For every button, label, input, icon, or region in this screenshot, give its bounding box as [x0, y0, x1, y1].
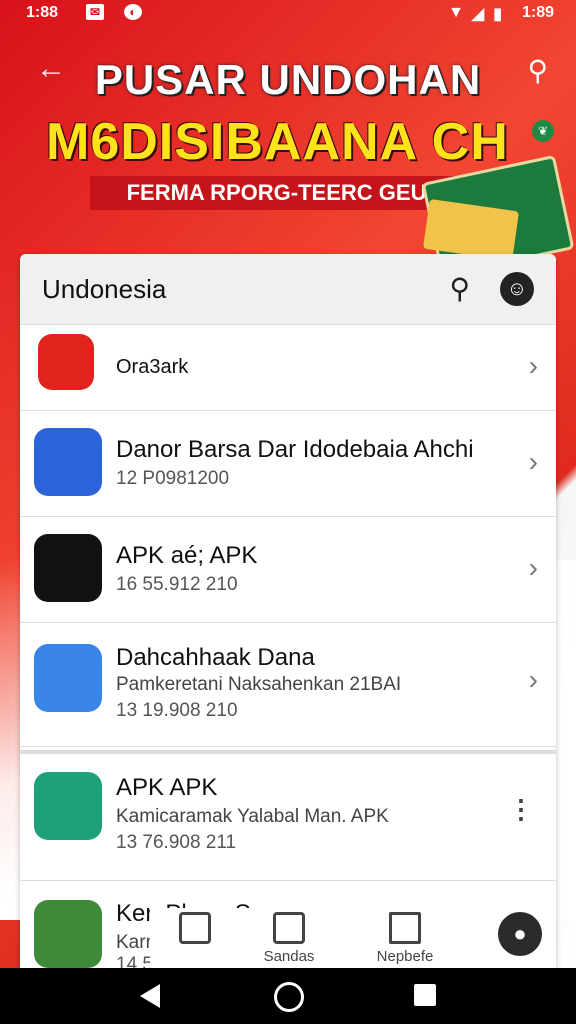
- battery-icon: ▮: [493, 6, 502, 23]
- nav-label: Nepbefe: [376, 948, 434, 965]
- chevron-right-icon[interactable]: ›: [529, 552, 538, 584]
- chevron-right-icon[interactable]: ›: [529, 446, 538, 478]
- signal-icon: ◢: [471, 6, 484, 23]
- chevron-right-icon[interactable]: ›: [529, 664, 538, 696]
- nav-label: Sandas: [263, 948, 315, 965]
- black-a-icon: [34, 534, 102, 602]
- app-list-card: Undonesia ⚲ ☺ Ora3ark › Danor Barsa Dar …: [20, 254, 556, 974]
- chevron-right-icon[interactable]: ›: [529, 350, 538, 382]
- card-title: Undonesia: [42, 274, 167, 304]
- list-item[interactable]: Danor Barsa Dar Idodebaia Ahchi 12 P0981…: [20, 410, 556, 517]
- banner-title-line2: M6DISIBAANA CH: [46, 113, 509, 171]
- status-bar: 1:88 ✉ ◐ ▼ ◢ ▮ 1:89: [0, 0, 576, 28]
- search-icon[interactable]: ⚲: [449, 272, 470, 305]
- app-meta: 16 55.912 210: [116, 574, 238, 595]
- app-title: Danor Barsa Dar Idodebaia Ahchi: [116, 436, 474, 463]
- user-pin-icon[interactable]: ●: [498, 912, 542, 956]
- app-subtitle: Kamicaramak Yalabal Man. APK: [116, 806, 389, 827]
- edit-icon: [179, 912, 211, 944]
- nav-item-nepbefe[interactable]: Nepbefe: [360, 912, 450, 965]
- nav-item-sandas[interactable]: Sandas: [244, 912, 334, 965]
- list-item[interactable]: Dahcahhaak Dana Pamkeretani Naksahenkan …: [20, 622, 556, 747]
- nav-item-edit[interactable]: [150, 912, 240, 948]
- account-icon[interactable]: ☺: [500, 272, 534, 306]
- app-meta: 12 P0981200: [116, 468, 230, 489]
- app-subtitle: Pamkeretani Naksahenkan 21BAI: [116, 674, 402, 695]
- leaf-icon: ❦: [532, 120, 554, 142]
- wifi-icon: ▼: [448, 4, 464, 21]
- bottom-nav: Sandas Nepbefe ●: [150, 908, 556, 968]
- mail-icon: ✉: [86, 4, 104, 20]
- list-item[interactable]: APK aé; APK 16 55.912 210 ›: [20, 516, 556, 623]
- list-item[interactable]: APK APK Kamicaramak Yalabal Man. APK 13 …: [20, 750, 556, 881]
- gallery-icon: ◐: [124, 4, 142, 20]
- app-meta: 13 76.908 211: [116, 832, 237, 853]
- back-triangle-icon[interactable]: [140, 984, 160, 1008]
- blue-app-store-icon: [34, 428, 102, 496]
- app-title: APK aé; APK: [116, 542, 258, 569]
- app-title: Dahcahhaak Dana: [116, 644, 315, 671]
- banner-title-line1: PUSAR UNDOHAN: [94, 56, 482, 103]
- share-icon: [389, 912, 421, 944]
- box-icon: [273, 912, 305, 944]
- red-wallet-icon: [38, 334, 94, 390]
- status-time-right: 1:89: [521, 4, 554, 21]
- home-circle-icon[interactable]: [274, 982, 304, 1012]
- blue-triangle-icon: [34, 644, 102, 712]
- status-time-left: 1:88: [26, 4, 59, 21]
- app-meta: 13 19.908 210: [116, 700, 238, 721]
- recents-square-icon[interactable]: [414, 984, 436, 1006]
- green-g-icon: [34, 772, 102, 840]
- card-header: Undonesia ⚲ ☺: [20, 254, 556, 325]
- smiley-gear-icon: [34, 900, 102, 968]
- more-options-icon[interactable]: ⋮: [508, 794, 534, 825]
- system-nav-bar: [0, 968, 576, 1024]
- list-item[interactable]: Ora3ark ›: [20, 324, 556, 411]
- app-title: APK APK: [116, 774, 218, 801]
- app-title: Ora3ark: [116, 356, 189, 378]
